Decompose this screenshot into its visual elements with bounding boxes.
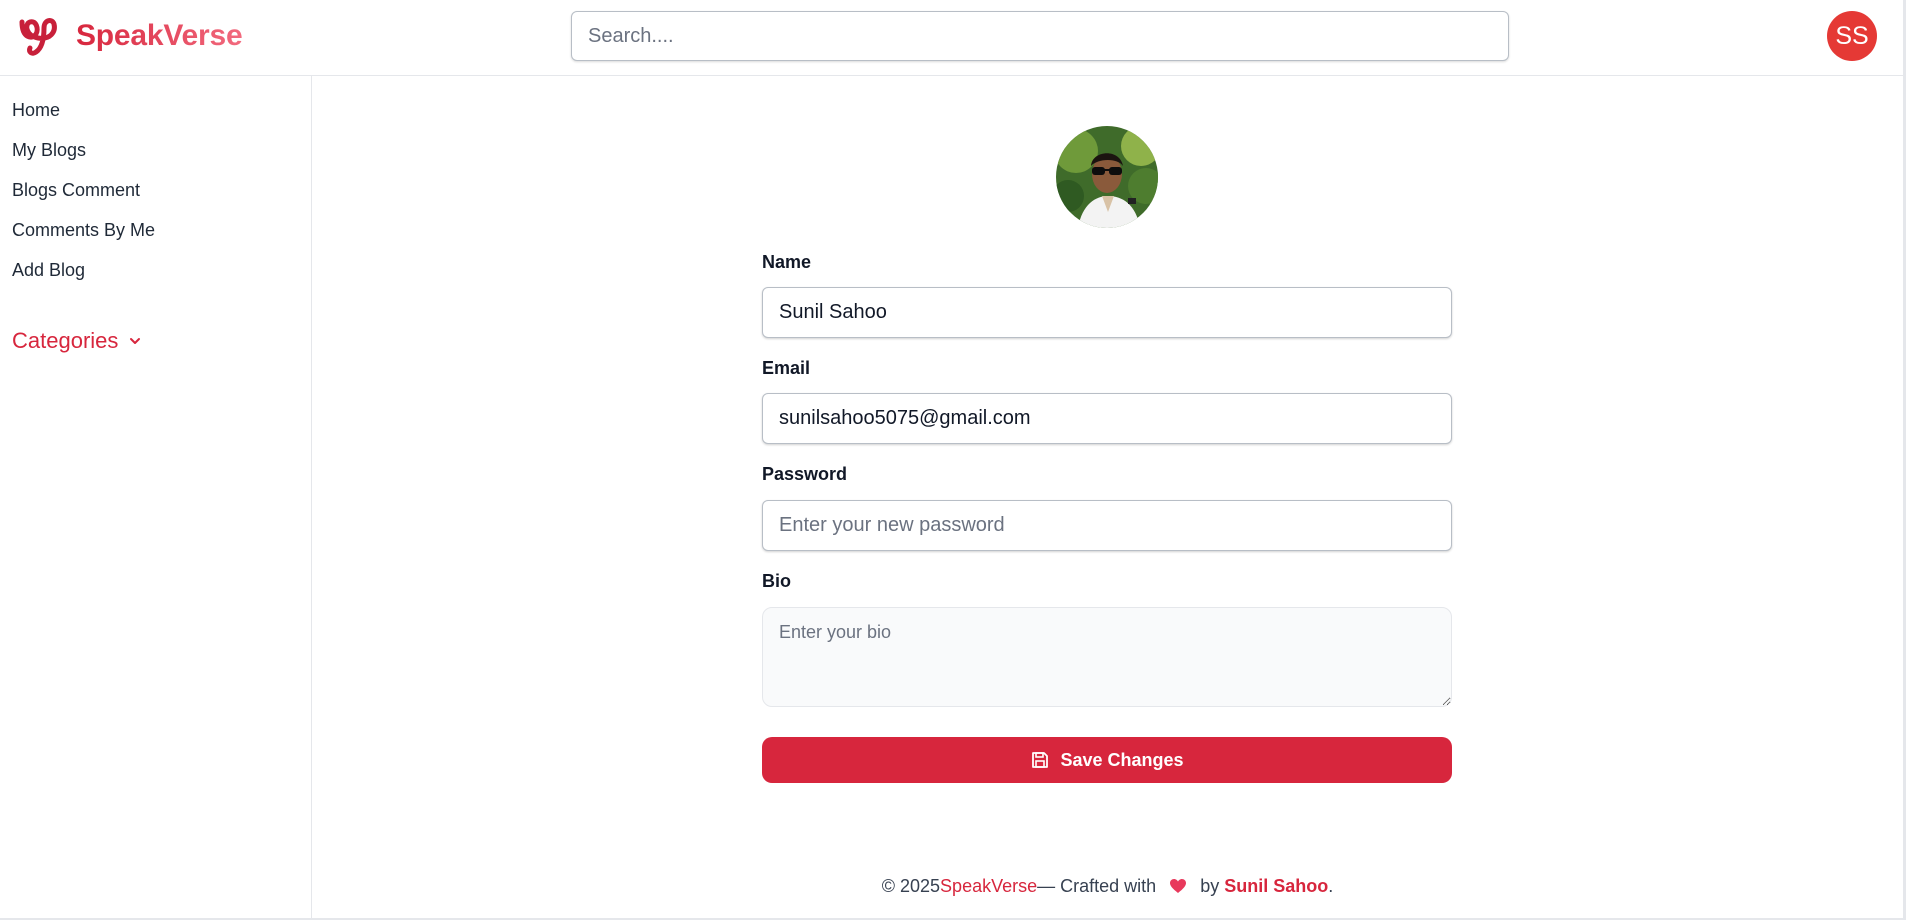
profile-picture[interactable] — [1056, 126, 1158, 228]
password-field[interactable] — [762, 500, 1452, 551]
name-label: Name — [762, 252, 812, 272]
sidebar: Home My Blogs Blogs Comment Comments By … — [0, 76, 312, 920]
footer-author-link[interactable]: Sunil Sahoo — [1224, 876, 1328, 896]
save-icon — [1032, 752, 1049, 768]
email-label: Email — [762, 358, 811, 378]
heart-icon — [1170, 879, 1187, 893]
brand-logo-icon — [19, 18, 57, 56]
user-avatar-button[interactable]: SS — [1827, 11, 1877, 61]
top-header: SpeakVerse SS — [0, 0, 1903, 76]
bio-field[interactable] — [762, 607, 1452, 707]
footer-brand: SpeakVerse — [940, 876, 1038, 896]
footer-period: . — [1328, 876, 1334, 896]
chevron-down-icon — [130, 338, 141, 344]
sidebar-item-my-blogs[interactable]: My Blogs — [12, 140, 86, 161]
save-changes-label: Save Changes — [1060, 749, 1184, 770]
save-changes-button[interactable]: Save Changes — [762, 737, 1452, 783]
categories-label: Categories — [12, 328, 119, 353]
profile-photo-image — [1056, 126, 1158, 228]
name-field[interactable] — [762, 287, 1452, 338]
sidebar-item-blogs-comment[interactable]: Blogs Comment — [12, 180, 140, 201]
sidebar-item-home[interactable]: Home — [12, 100, 60, 121]
sidebar-item-comments-by-me[interactable]: Comments By Me — [12, 220, 155, 241]
footer-by-text: by — [1200, 876, 1220, 896]
brand-name: SpeakVerse — [76, 19, 243, 52]
bio-label: Bio — [762, 571, 791, 591]
footer-crafted-text: — Crafted with — [1037, 876, 1157, 896]
categories-toggle[interactable]: Categories — [12, 328, 142, 354]
footer: © 2025SpeakVerse— Crafted with by Sunil … — [312, 876, 1903, 897]
sidebar-item-add-blog[interactable]: Add Blog — [12, 260, 85, 281]
footer-copyright: © 2025 — [881, 876, 941, 896]
email-field[interactable] — [762, 393, 1452, 444]
search-input[interactable] — [571, 11, 1509, 61]
password-label: Password — [762, 464, 848, 484]
brand-logo-link[interactable]: SpeakVerse — [16, 14, 243, 58]
